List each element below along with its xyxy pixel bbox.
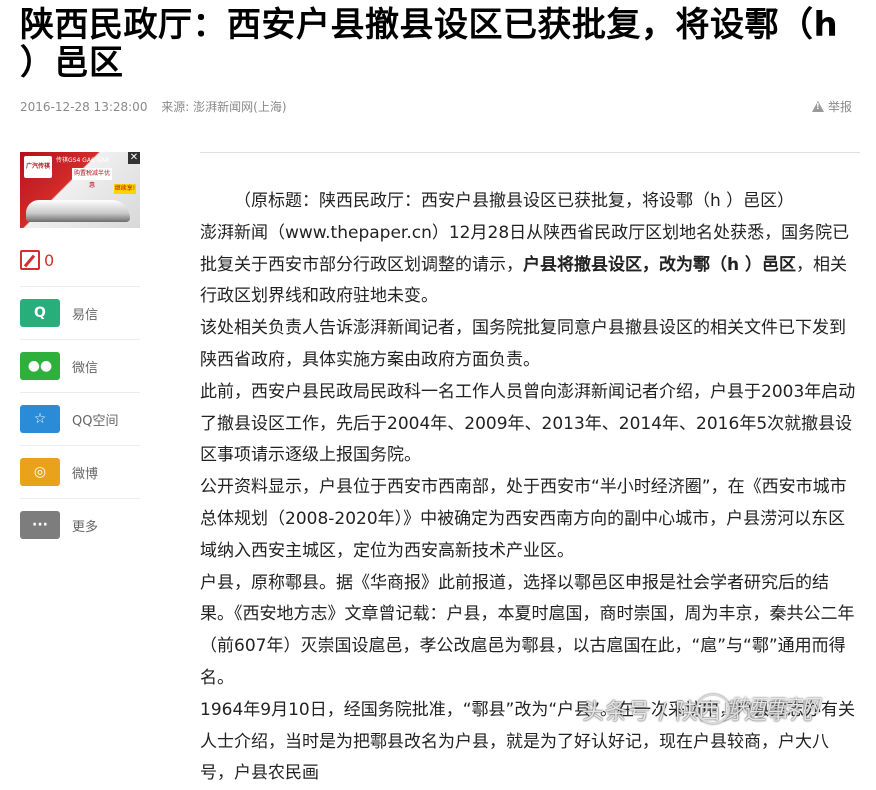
share-label: 更多	[72, 519, 99, 535]
share-item-yixin[interactable]: Q 易信	[20, 286, 140, 339]
article-paragraph: 公开资料显示，户县位于西安市西南部，处于西安市“半小时经济圈”，在《西安市城市总…	[200, 477, 847, 561]
publish-datetime: 2016-12-28 13:28:00	[20, 100, 148, 114]
report-button[interactable]: 举报	[811, 98, 852, 115]
ad-headline: 传祺GS4 GA6 GA8	[56, 157, 110, 164]
weibo-icon: ◎	[20, 458, 60, 486]
ad-brand-logo: 广汽传祺	[24, 156, 52, 178]
article-paragraph: （原标题：陕西民政厅：西安户县撤县设区已获批复，将设鄠（h ）邑区）	[234, 191, 795, 211]
ad-badge: 购置税减半优惠	[72, 168, 112, 189]
report-label: 举报	[827, 100, 852, 114]
comment-count: 0	[44, 250, 55, 270]
yixin-icon: Q	[20, 299, 60, 327]
article-paragraph: 此前，西安户县民政局民政科一名工作人员曾向澎湃新闻记者介绍，户县于2003年启动…	[200, 381, 856, 466]
qzone-icon: ☆	[20, 405, 60, 433]
article-meta: 2016-12-28 13:28:00 来源: 澎湃新闻网(上海)	[20, 98, 297, 115]
watermark-logo-icon	[696, 694, 730, 724]
highlighted-text: 户县将撤县设区，改为鄠（h ）邑区	[523, 254, 797, 275]
article-source: 来源: 澎湃新闻网(上海)	[161, 100, 287, 114]
share-panel: Q 易信 ●● 微信 ☆ QQ空间 ◎ 微博 ··· 更多	[20, 286, 140, 551]
share-label: 微博	[72, 466, 99, 482]
article-paragraph: 澎湃新闻（www.thepaper.cn）12月28日从陕西省民政厅区划地名处获…	[200, 218, 862, 313]
content-divider	[200, 152, 860, 153]
share-item-wechat[interactable]: ●● 微信	[20, 339, 140, 392]
edit-comment-icon	[20, 250, 40, 270]
article-paragraph: 该处相关负责人告诉澎湃新闻记者，国务院批复同意户县撤县设区的相关文件已下发到陕西…	[200, 318, 846, 370]
share-label: QQ空间	[72, 413, 119, 429]
share-item-qzone[interactable]: ☆ QQ空间	[20, 392, 140, 445]
ad-car-image	[26, 200, 130, 222]
ad-cta: 继续享!	[114, 184, 136, 194]
advertisement-banner[interactable]: 广汽传祺 传祺GS4 GA6 GA8 购置税减半优惠 继续享! ✕	[20, 152, 140, 228]
comment-button[interactable]: 0	[20, 250, 54, 270]
page-title: 陕西民政厅：西安户县撤县设区已获批复，将设鄠（h ）邑区	[20, 5, 839, 83]
wechat-icon: ●●	[20, 352, 60, 380]
share-item-more[interactable]: ··· 更多	[20, 498, 140, 551]
ad-close-icon[interactable]: ✕	[128, 152, 140, 164]
article-paragraph: 户县，原称鄠县。据《华商报》此前报道，选择以鄠邑区申报是社会学者研究后的结果。《…	[200, 572, 855, 688]
share-item-weibo[interactable]: ◎ 微博	[20, 445, 140, 498]
warning-icon	[811, 101, 824, 112]
share-label: 微信	[72, 360, 99, 376]
more-icon: ···	[20, 511, 60, 539]
watermark-name: 陕西西安网	[730, 696, 820, 717]
share-label: 易信	[72, 307, 99, 323]
